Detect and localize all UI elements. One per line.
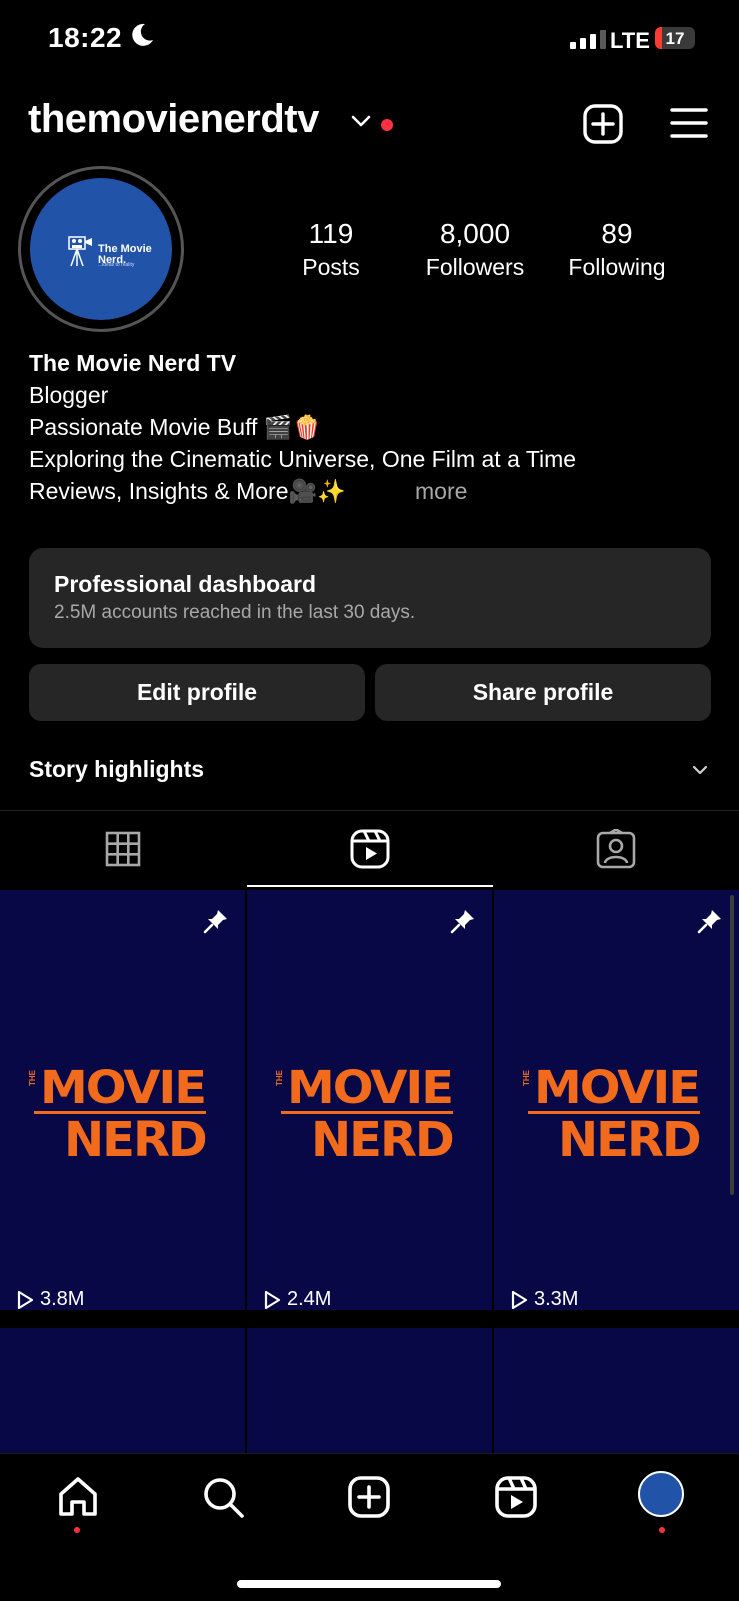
signal-icon	[570, 30, 606, 49]
avatar-tagline: ...ideas to reality	[98, 262, 135, 268]
reel-tile[interactable]	[247, 1328, 492, 1453]
stat-label: Following	[568, 254, 666, 280]
nav-home[interactable]	[48, 1475, 108, 1525]
tagged-icon	[596, 829, 636, 869]
stat-label: Posts	[302, 254, 360, 280]
network-type: LTE	[610, 28, 650, 53]
logo-bottom-text: NERD	[64, 1112, 208, 1168]
logo-top-text: MOVIE	[287, 1061, 454, 1115]
nav-reels[interactable]	[486, 1475, 546, 1525]
edit-profile-button[interactable]: Edit profile	[29, 664, 365, 721]
share-profile-button[interactable]: Share profile	[375, 664, 711, 721]
bio-line: Reviews, Insights & More🎥✨	[29, 478, 346, 504]
movie-nerd-logo: THE MOVIE NERD	[522, 1061, 702, 1168]
logo-bottom-text: NERD	[311, 1112, 455, 1168]
plus-square-icon	[583, 104, 623, 144]
reel-view-count: 3.8M	[40, 1288, 85, 1310]
reel-tile[interactable]: THE MOVIE NERD 3.3M	[494, 890, 739, 1310]
notification-dot	[381, 119, 393, 131]
reel-views: 2.4M	[263, 1288, 331, 1310]
play-icon	[17, 1290, 34, 1309]
reel-tile[interactable]: THE MOVIE NERD 3.8M	[0, 890, 245, 1310]
nav-profile-avatar[interactable]	[638, 1471, 684, 1517]
dashboard-title: Professional dashboard	[54, 571, 317, 597]
reels-icon	[495, 1476, 537, 1518]
active-tab-indicator	[247, 885, 493, 887]
pin-icon	[203, 908, 229, 939]
stat-value: 89	[601, 218, 633, 249]
reel-views: 3.8M	[16, 1288, 84, 1310]
bio-category: Blogger	[29, 382, 109, 408]
home-indicator	[237, 1580, 501, 1588]
chevron-down-icon[interactable]	[692, 763, 708, 781]
movie-nerd-logo: THE MOVIE NERD	[28, 1061, 208, 1168]
stat-posts[interactable]: 119 Posts	[266, 218, 396, 281]
reel-views: 3.3M	[510, 1288, 578, 1310]
moon-icon	[130, 22, 154, 53]
play-icon	[264, 1290, 281, 1309]
reel-tile[interactable]: THE MOVIE NERD 2.4M	[247, 890, 492, 1310]
display-name: The Movie Nerd TV	[29, 350, 237, 376]
hamburger-menu-icon	[670, 108, 708, 138]
create-button[interactable]	[582, 103, 624, 150]
bio-line: Passionate Movie Buff 🎬🍿	[29, 414, 322, 440]
bio-more-link[interactable]: more	[415, 478, 467, 505]
notification-dot	[659, 1527, 665, 1533]
dashboard-subtitle: 2.5M accounts reached in the last 30 day…	[54, 602, 416, 623]
home-icon	[59, 1477, 97, 1516]
battery-percent: 17	[665, 29, 685, 48]
tab-posts-grid[interactable]	[0, 810, 246, 888]
search-icon	[204, 1478, 244, 1518]
stat-value: 8,000	[439, 218, 511, 249]
pin-icon	[697, 908, 723, 939]
chevron-down-icon[interactable]	[350, 113, 372, 134]
status-time: 18:22	[48, 22, 123, 53]
movie-nerd-logo: THE MOVIE NERD	[275, 1061, 455, 1168]
scrollbar[interactable]	[730, 895, 734, 1195]
grid-icon	[105, 831, 141, 867]
reel-view-count: 3.3M	[534, 1288, 579, 1310]
notification-dot	[74, 1527, 80, 1533]
reels-icon	[350, 829, 390, 869]
nav-create[interactable]	[339, 1475, 399, 1525]
reel-tile[interactable]	[0, 1328, 245, 1453]
nav-search[interactable]	[193, 1475, 253, 1525]
stat-following[interactable]: 89 Following	[552, 218, 682, 281]
battery-icon: 17	[655, 27, 695, 49]
tab-tagged[interactable]	[493, 810, 739, 888]
reel-view-count: 2.4M	[287, 1288, 332, 1310]
professional-dashboard-card[interactable]	[29, 548, 711, 648]
pin-icon	[450, 908, 476, 939]
create-icon	[348, 1476, 390, 1518]
bio-line: Exploring the Cinematic Universe, One Fi…	[29, 446, 577, 472]
camera-icon	[68, 236, 96, 273]
menu-button[interactable]	[670, 106, 708, 145]
story-highlights-label[interactable]: Story highlights	[29, 756, 204, 783]
username-switcher[interactable]: themovienerdtv	[28, 97, 319, 142]
stat-label: Followers	[425, 254, 525, 280]
play-icon	[511, 1290, 528, 1309]
logo-bottom-text: NERD	[558, 1112, 702, 1168]
reel-tile[interactable]	[494, 1328, 739, 1453]
logo-top-text: MOVIE	[40, 1061, 207, 1115]
stat-value: 119	[308, 218, 354, 249]
logo-top-text: MOVIE	[534, 1061, 701, 1115]
tab-reels[interactable]	[247, 810, 493, 888]
stat-followers[interactable]: 8,000 Followers	[410, 218, 540, 281]
